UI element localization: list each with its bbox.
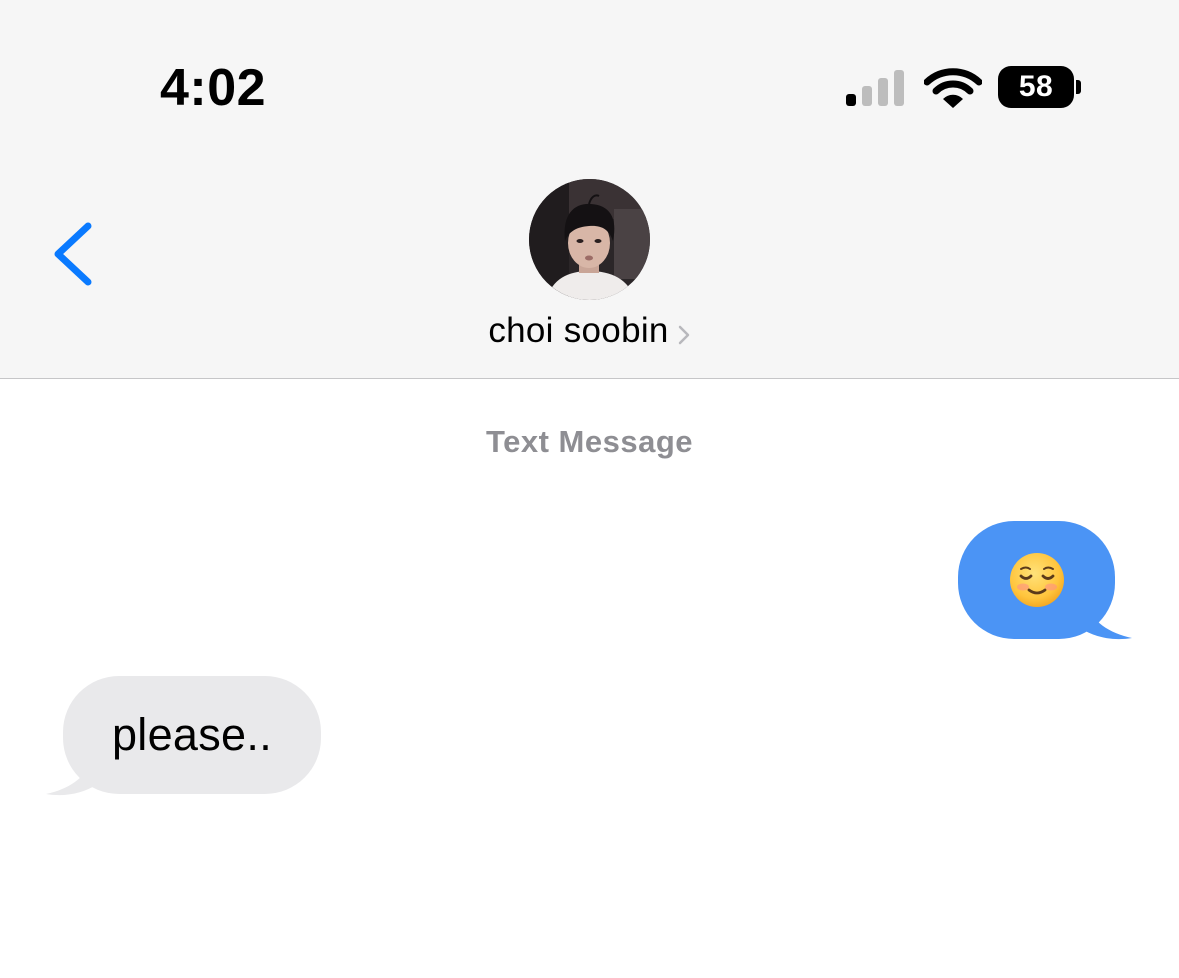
chevron-right-icon bbox=[678, 325, 689, 345]
smiling-face-emoji-icon bbox=[1009, 553, 1064, 607]
battery-cap bbox=[1076, 80, 1081, 94]
back-button[interactable] bbox=[44, 216, 104, 292]
cellular-signal-icon bbox=[846, 70, 904, 106]
wifi-icon bbox=[924, 68, 982, 108]
status-time: 4:02 bbox=[160, 59, 267, 117]
battery-body: 58 bbox=[998, 66, 1074, 108]
incoming-message-bubble[interactable]: please.. bbox=[63, 676, 321, 794]
incoming-message-text: please.. bbox=[111, 709, 272, 760]
chevron-left-icon bbox=[54, 222, 92, 286]
battery-icon: 58 bbox=[998, 66, 1084, 108]
contact-name-button[interactable]: choi soobin bbox=[0, 306, 1179, 356]
contact-avatar[interactable] bbox=[529, 179, 650, 300]
conversation-header: 4:02 58 choi soobin bbox=[0, 0, 1179, 379]
avatar-photo bbox=[529, 179, 650, 300]
service-label: Text Message bbox=[485, 424, 693, 459]
contact-name: choi soobin bbox=[488, 311, 669, 350]
messages-screen: 4:02 58 choi soobin Text Message please.… bbox=[0, 0, 1179, 978]
outgoing-message-bubble[interactable] bbox=[958, 521, 1115, 639]
battery-percent: 58 bbox=[1018, 70, 1054, 103]
